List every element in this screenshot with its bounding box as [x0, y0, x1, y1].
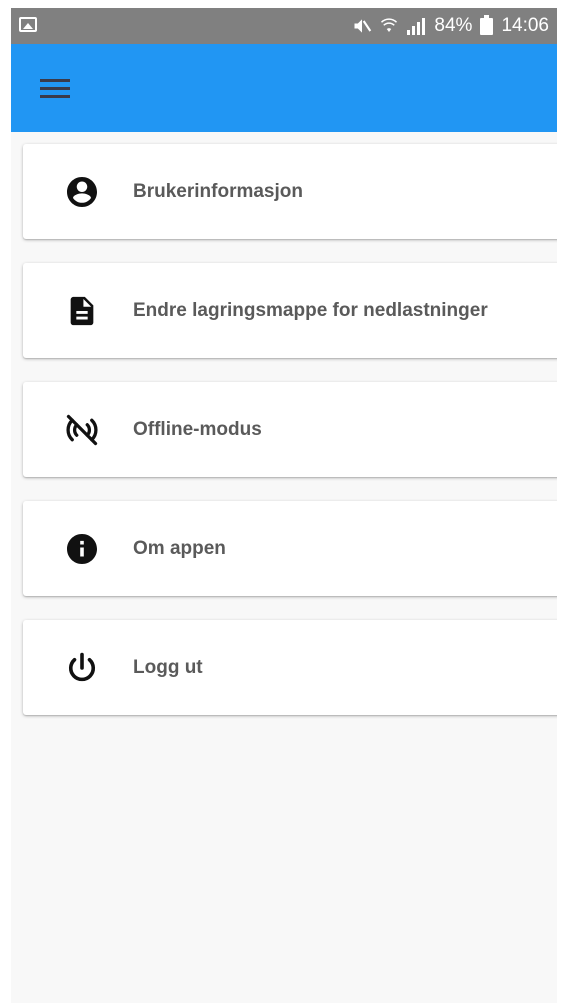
gallery-icon	[19, 17, 37, 32]
menu-item-label: Offline-modus	[133, 419, 262, 440]
hamburger-menu-icon[interactable]	[34, 73, 74, 105]
menu-item-about-app[interactable]: Om appen	[23, 501, 557, 596]
mute-icon	[352, 16, 372, 36]
wifi-icon	[380, 16, 398, 36]
status-icons: 84% 14:06	[352, 14, 549, 38]
status-time: 14:06	[501, 15, 549, 36]
status-bar: 84% 14:06	[11, 8, 557, 44]
menu-item-label: Brukerinformasjon	[133, 181, 303, 202]
app-screen: 84% 14:06 Brukerinformasjon Endre lagrin…	[11, 8, 557, 1003]
menu-item-label: Endre lagringsmappe for nedlastninger	[133, 300, 488, 321]
info-icon	[63, 530, 101, 568]
settings-menu: Brukerinformasjon Endre lagringsmappe fo…	[23, 144, 557, 739]
account-circle-icon	[63, 173, 101, 211]
menu-item-label: Logg ut	[133, 657, 203, 678]
power-icon	[63, 649, 101, 687]
document-icon	[63, 292, 101, 330]
menu-item-label: Om appen	[133, 538, 226, 559]
app-bar	[11, 44, 557, 132]
battery-percent: 84%	[434, 15, 473, 36]
offline-icon	[63, 411, 101, 449]
menu-item-log-out[interactable]: Logg ut	[23, 620, 557, 715]
signal-icon	[406, 17, 426, 35]
menu-item-download-folder[interactable]: Endre lagringsmappe for nedlastninger	[23, 263, 557, 358]
battery-icon	[480, 14, 494, 35]
menu-item-user-info[interactable]: Brukerinformasjon	[23, 144, 557, 239]
menu-item-offline-mode[interactable]: Offline-modus	[23, 382, 557, 477]
